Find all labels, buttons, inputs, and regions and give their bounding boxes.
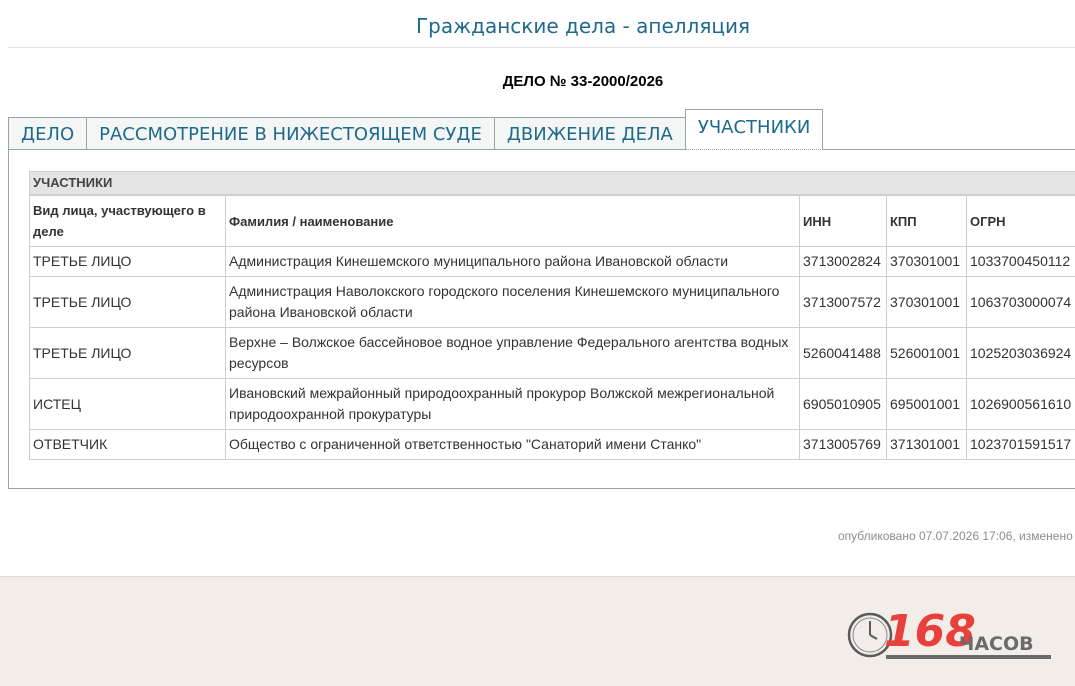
inn-cell: 3713005769 bbox=[800, 430, 887, 460]
ogrn-cell: 1063703000074 bbox=[967, 277, 1075, 328]
ogrn-cell: 1023701591517 bbox=[967, 430, 1075, 460]
ogrn-cell: 1026900561610 bbox=[967, 379, 1075, 430]
logo-word: ЧАСОВ bbox=[959, 633, 1034, 655]
title-divider bbox=[8, 47, 1075, 48]
tab-panel: УЧАСТНИКИ Вид лица, участвующего в деле … bbox=[8, 149, 1075, 489]
kpp-cell: 370301001 bbox=[887, 247, 967, 277]
participants-table: Вид лица, участвующего в деле Фамилия / … bbox=[29, 195, 1075, 460]
party-type-cell: ИСТЕЦ bbox=[30, 379, 226, 430]
tab-participants[interactable]: УЧАСТНИКИ bbox=[685, 109, 823, 150]
case-number: ДЕЛО № 33-2000/2026 bbox=[0, 73, 1075, 90]
logo-168-chasov[interactable]: 168 ЧАСОВ bbox=[846, 603, 1056, 665]
header-party-type: Вид лица, участвующего в деле bbox=[30, 196, 226, 247]
tab-lower-court[interactable]: РАССМОТРЕНИЕ В НИЖЕСТОЯЩЕМ СУДЕ bbox=[86, 117, 495, 150]
table-row: ОТВЕТЧИК Общество с ограниченной ответст… bbox=[30, 430, 1075, 460]
kpp-cell: 371301001 bbox=[887, 430, 967, 460]
participants-section: УЧАСТНИКИ Вид лица, участвующего в деле … bbox=[29, 171, 1075, 460]
kpp-cell: 370301001 bbox=[887, 277, 967, 328]
published-timestamp: опубликовано 07.07.2026 17:06, изменено … bbox=[838, 529, 1075, 543]
inn-cell: 3713007572 bbox=[800, 277, 887, 328]
table-row: ТРЕТЬЕ ЛИЦО Верхне – Волжское бассейново… bbox=[30, 328, 1075, 379]
header-name: Фамилия / наименование bbox=[226, 196, 800, 247]
header-inn: ИНН bbox=[800, 196, 887, 247]
party-name-cell: Общество с ограниченной ответственностью… bbox=[226, 430, 800, 460]
party-type-cell: ТРЕТЬЕ ЛИЦО bbox=[30, 247, 226, 277]
party-type-cell: ТРЕТЬЕ ЛИЦО bbox=[30, 277, 226, 328]
header-ogrn: ОГРН bbox=[967, 196, 1075, 247]
inn-cell: 3713002824 bbox=[800, 247, 887, 277]
ogrn-cell: 1033700450112 bbox=[967, 247, 1075, 277]
party-name-cell: Верхне – Волжское бассейновое водное упр… bbox=[226, 328, 800, 379]
tab-case[interactable]: ДЕЛО bbox=[8, 117, 87, 150]
inn-cell: 6905010905 bbox=[800, 379, 887, 430]
inn-cell: 5260041488 bbox=[800, 328, 887, 379]
table-header-row: Вид лица, участвующего в деле Фамилия / … bbox=[30, 196, 1075, 247]
table-row: ИСТЕЦ Ивановский межрайонный природоохра… bbox=[30, 379, 1075, 430]
page-title: Гражданские дела - апелляция bbox=[0, 14, 1075, 38]
table-row: ТРЕТЬЕ ЛИЦО Администрация Наволокского г… bbox=[30, 277, 1075, 328]
table-row: ТРЕТЬЕ ЛИЦО Администрация Кинешемского м… bbox=[30, 247, 1075, 277]
participants-caption: УЧАСТНИКИ bbox=[29, 171, 1075, 195]
kpp-cell: 526001001 bbox=[887, 328, 967, 379]
party-name-cell: Администрация Кинешемского муниципальног… bbox=[226, 247, 800, 277]
party-type-cell: ОТВЕТЧИК bbox=[30, 430, 226, 460]
ogrn-cell: 1025203036924 bbox=[967, 328, 1075, 379]
kpp-cell: 695001001 bbox=[887, 379, 967, 430]
tab-bar: ДЕЛО РАССМОТРЕНИЕ В НИЖЕСТОЯЩЕМ СУДЕ ДВИ… bbox=[8, 109, 822, 150]
party-name-cell: Администрация Наволокского городского по… bbox=[226, 277, 800, 328]
party-type-cell: ТРЕТЬЕ ЛИЦО bbox=[30, 328, 226, 379]
header-kpp: КПП bbox=[887, 196, 967, 247]
party-name-cell: Ивановский межрайонный природоохранный п… bbox=[226, 379, 800, 430]
tab-case-movement[interactable]: ДВИЖЕНИЕ ДЕЛА bbox=[494, 117, 686, 150]
